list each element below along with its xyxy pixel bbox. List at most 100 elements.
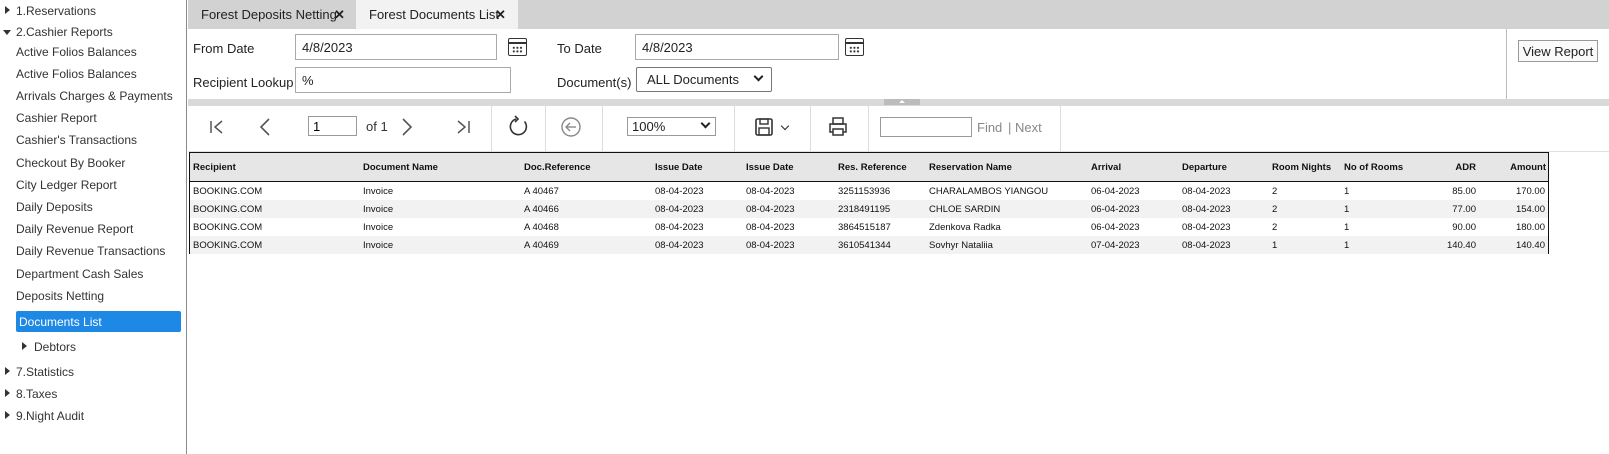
next-page-icon[interactable] <box>400 117 414 137</box>
toolbar-separator <box>491 106 492 152</box>
column-header: Reservation Name <box>929 162 1012 173</box>
tree-item[interactable]: Active Folios Balances <box>16 67 137 81</box>
collapse-handle-icon[interactable] <box>884 99 920 105</box>
tree-item[interactable]: Active Folios Balances <box>16 45 137 59</box>
toolbar-separator <box>602 106 603 152</box>
expand-caret-icon[interactable] <box>5 389 10 397</box>
table-cell: 08-04-2023 <box>746 204 795 215</box>
to-date-input[interactable] <box>635 34 839 60</box>
recipient-lookup-input[interactable] <box>295 67 511 93</box>
to-date-label: To Date <box>557 41 602 56</box>
chevron-down-icon[interactable] <box>780 121 790 131</box>
table-cell: 08-04-2023 <box>746 240 795 251</box>
close-icon[interactable]: ✕ <box>495 7 506 23</box>
table-cell: 2 <box>1272 204 1278 215</box>
close-icon[interactable]: ✕ <box>334 7 345 23</box>
calendar-icon[interactable] <box>845 38 864 56</box>
tree-group-night-audit[interactable]: 9.Night Audit <box>16 409 84 423</box>
column-header: Arrival <box>1091 162 1122 173</box>
column-header: Document Name <box>363 162 438 173</box>
table-cell: CHLOE SARDIN <box>929 204 1001 215</box>
column-header: Res. Reference <box>838 162 907 173</box>
expand-caret-icon[interactable] <box>5 411 10 419</box>
from-date-input[interactable] <box>295 34 497 60</box>
tree-group-taxes[interactable]: 8.Taxes <box>16 387 57 401</box>
tree-group-statistics[interactable]: 7.Statistics <box>16 365 74 379</box>
table-cell: 08-04-2023 <box>746 222 795 233</box>
table-cell: Zdenkova Radka <box>929 222 1001 233</box>
panel-splitter[interactable] <box>188 99 1609 106</box>
tab-label: Forest Deposits Netting <box>201 7 337 22</box>
next-link[interactable]: Next <box>1015 120 1042 135</box>
table-cell: 08-04-2023 <box>1182 204 1231 215</box>
collapse-caret-icon[interactable] <box>3 30 11 35</box>
table-cell: 140.40 <box>1515 240 1545 251</box>
table-cell: 77.00 <box>1452 204 1476 215</box>
find-link[interactable]: Find <box>977 120 1002 135</box>
table-cell: BOOKING.COM <box>193 186 263 197</box>
find-input[interactable] <box>880 117 972 137</box>
expand-caret-icon[interactable] <box>5 367 10 375</box>
column-header: Room Nights <box>1272 162 1332 173</box>
page-number-input[interactable] <box>308 116 357 136</box>
expand-caret-icon[interactable] <box>5 6 10 14</box>
tree-item[interactable]: City Ledger Report <box>16 178 117 192</box>
calendar-icon[interactable] <box>508 38 527 56</box>
table-row: BOOKING.COM Invoice A 40466 08-04-2023 0… <box>190 200 1548 218</box>
table-cell: A 40468 <box>524 222 559 233</box>
report-table: Recipient Document Name Doc.Reference Is… <box>189 152 1549 254</box>
documents-select[interactable]: ALL Documents <box>636 67 772 92</box>
tree-item[interactable]: Daily Revenue Transactions <box>16 244 165 258</box>
tab-bar: Forest Deposits Netting ✕ Forest Documen… <box>188 0 1609 29</box>
tab-forest-deposits-netting[interactable]: Forest Deposits Netting ✕ <box>188 0 356 29</box>
tab-forest-documents-list[interactable]: Forest Documents List ✕ <box>356 0 518 29</box>
report-viewer-toolbar: of 1 100% <box>188 106 1609 152</box>
zoom-select[interactable]: 100% <box>627 117 716 136</box>
table-cell: 140.40 <box>1446 240 1476 251</box>
toolbar-separator <box>1060 106 1061 152</box>
table-cell: 06-04-2023 <box>1091 186 1140 197</box>
tree-item[interactable]: Arrivals Charges & Payments <box>16 89 173 103</box>
tree-item[interactable]: Checkout By Booker <box>16 156 125 170</box>
tree-item[interactable]: Cashier's Transactions <box>16 133 137 147</box>
table-cell: 1 <box>1344 240 1350 251</box>
table-cell: 170.00 <box>1515 186 1545 197</box>
toolbar-separator <box>810 106 811 152</box>
tree-item[interactable]: Deposits Netting <box>16 289 104 303</box>
print-icon[interactable] <box>828 116 848 138</box>
column-header: No of Rooms <box>1344 162 1404 173</box>
tab-label: Forest Documents List <box>369 7 500 22</box>
column-header: Issue Date <box>655 162 703 173</box>
tree-group-reservations[interactable]: 1.Reservations <box>16 4 96 18</box>
table-cell: 08-04-2023 <box>1182 222 1231 233</box>
save-icon[interactable] <box>754 117 774 137</box>
table-cell: 08-04-2023 <box>746 186 795 197</box>
table-cell: 08-04-2023 <box>655 222 704 233</box>
column-header: Amount <box>1510 162 1546 173</box>
table-cell: 90.00 <box>1452 222 1476 233</box>
tree-item-documents-list-selected[interactable]: Documents List <box>16 311 181 332</box>
zoom-value: 100% <box>632 119 666 134</box>
report-header-row: Recipient Document Name Doc.Reference Is… <box>190 153 1548 182</box>
previous-page-icon[interactable] <box>258 117 272 137</box>
tree-item-debtors[interactable]: Debtors <box>34 340 76 354</box>
refresh-icon[interactable] <box>508 115 530 139</box>
table-cell: 06-04-2023 <box>1091 222 1140 233</box>
table-cell: 1 <box>1344 222 1350 233</box>
tree-group-cashier-reports[interactable]: 2.Cashier Reports <box>16 25 113 39</box>
table-cell: 1 <box>1272 240 1278 251</box>
table-cell: 3864515187 <box>838 222 891 233</box>
tree-item[interactable]: Daily Revenue Report <box>16 222 133 236</box>
back-icon[interactable] <box>560 116 582 138</box>
tree-item[interactable]: Cashier Report <box>16 111 97 125</box>
table-cell: 08-04-2023 <box>655 186 704 197</box>
table-cell: Sovhyr Nataliia <box>929 240 993 251</box>
last-page-icon[interactable] <box>454 118 472 136</box>
table-cell: 2 <box>1272 222 1278 233</box>
expand-caret-icon[interactable] <box>22 342 27 350</box>
table-cell: 06-04-2023 <box>1091 204 1140 215</box>
first-page-icon[interactable] <box>208 118 226 136</box>
tree-item[interactable]: Daily Deposits <box>16 200 93 214</box>
tree-item[interactable]: Department Cash Sales <box>16 267 143 281</box>
view-report-button[interactable]: View Report <box>1518 40 1598 62</box>
